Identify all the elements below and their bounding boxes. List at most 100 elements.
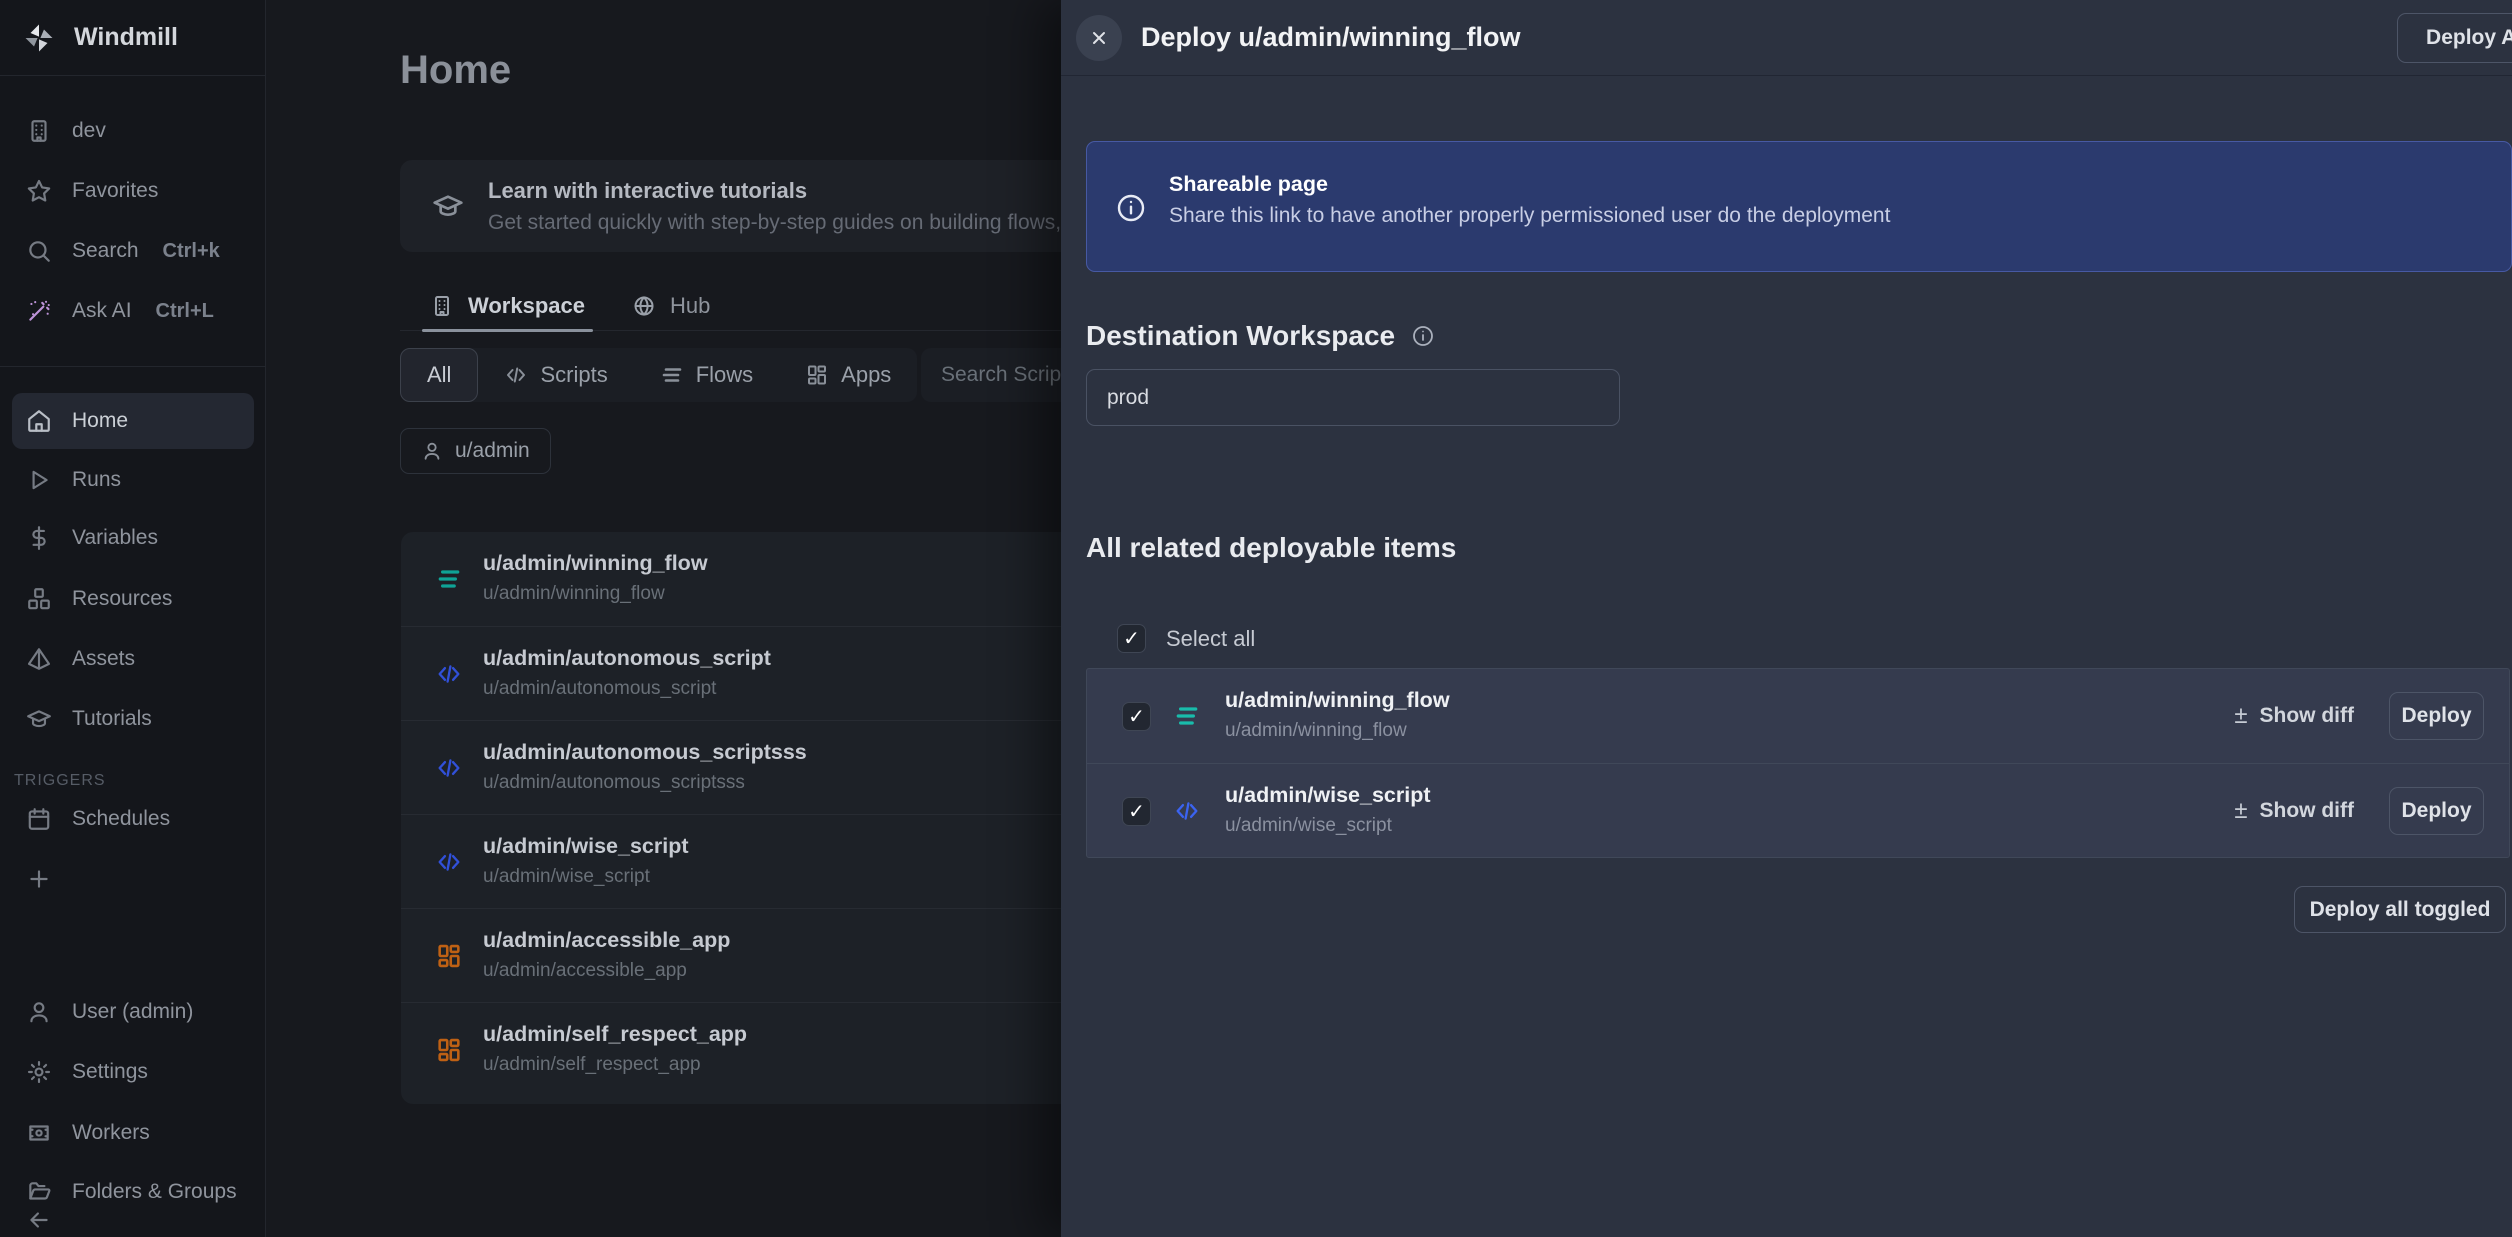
close-icon bbox=[1089, 28, 1109, 48]
sidebar-item-label: Schedules bbox=[72, 807, 170, 831]
sidebar-divider bbox=[0, 366, 266, 367]
item-path: u/admin/wise_script bbox=[1225, 815, 1392, 837]
globe-icon bbox=[632, 294, 656, 318]
tab-label: Workspace bbox=[468, 293, 585, 319]
plus-minus-icon: ± bbox=[2234, 702, 2247, 730]
code-icon bbox=[435, 754, 463, 782]
plus-icon bbox=[26, 866, 52, 892]
sidebar-item-favorites[interactable]: Favorites bbox=[12, 163, 254, 219]
deploy-all-toggled-button[interactable]: Deploy all toggled bbox=[2294, 886, 2506, 933]
filter-apps[interactable]: Apps bbox=[779, 348, 917, 402]
sidebar-item-label: Favorites bbox=[72, 179, 158, 203]
owner-filter-label: u/admin bbox=[455, 439, 530, 463]
show-diff-label: Show diff bbox=[2260, 704, 2354, 728]
item-title: u/admin/wise_script bbox=[1225, 783, 1431, 808]
sidebar-item-workspace-dev[interactable]: dev bbox=[12, 103, 254, 159]
calendar-icon bbox=[26, 806, 52, 832]
search-shortcut: Ctrl+k bbox=[163, 240, 220, 263]
destination-workspace-input[interactable] bbox=[1086, 369, 1620, 426]
sidebar-item-variables[interactable]: Variables bbox=[12, 510, 254, 566]
code-icon bbox=[435, 848, 463, 876]
item-path: u/admin/wise_script bbox=[483, 866, 650, 888]
destination-workspace-heading: Destination Workspace bbox=[1086, 320, 1435, 352]
sidebar-item-label: Settings bbox=[72, 1060, 148, 1084]
drawer-header: Deploy u/admin/winning_flow Deploy All bbox=[1061, 0, 2512, 76]
arrow-left-icon bbox=[26, 1207, 52, 1233]
sidebar: Windmill dev Favorites Search Ctrl+k bbox=[0, 0, 266, 1237]
sidebar-item-label: Folders & Groups bbox=[72, 1180, 237, 1204]
user-icon bbox=[26, 999, 52, 1025]
building-icon bbox=[430, 294, 454, 318]
boxes-icon bbox=[26, 586, 52, 612]
show-diff-button[interactable]: ± Show diff bbox=[2234, 764, 2354, 858]
item-checkbox[interactable]: ✓ bbox=[1122, 797, 1151, 826]
sidebar-collapse-button[interactable] bbox=[12, 1203, 254, 1237]
sidebar-item-label: Ask AI bbox=[72, 299, 132, 323]
page-title: Home bbox=[400, 48, 511, 93]
sidebar-item-label: dev bbox=[72, 119, 106, 143]
deploy-drawer: Deploy u/admin/winning_flow Deploy All S… bbox=[1061, 0, 2512, 1237]
gear-icon bbox=[26, 1059, 52, 1085]
item-path: u/admin/autonomous_script bbox=[483, 678, 716, 700]
code-icon bbox=[504, 363, 528, 387]
heading-label: All related deployable items bbox=[1086, 532, 1456, 564]
sidebar-item-search[interactable]: Search Ctrl+k bbox=[12, 223, 254, 279]
sidebar-item-user[interactable]: User (admin) bbox=[12, 984, 254, 1040]
info-icon bbox=[1115, 192, 1147, 224]
play-icon bbox=[26, 467, 52, 493]
sidebar-item-label: Home bbox=[72, 409, 128, 433]
tutorials-banner-title: Learn with interactive tutorials bbox=[488, 178, 1133, 204]
check-icon: ✓ bbox=[1128, 802, 1145, 822]
show-diff-label: Show diff bbox=[2260, 799, 2354, 823]
close-button[interactable] bbox=[1076, 15, 1122, 61]
deploy-item-button[interactable]: Deploy bbox=[2389, 787, 2484, 835]
code-icon bbox=[435, 660, 463, 688]
app-logo-row[interactable]: Windmill bbox=[0, 0, 266, 76]
sidebar-item-workers[interactable]: Workers bbox=[12, 1105, 254, 1161]
sidebar-item-ask-ai[interactable]: Ask AI Ctrl+L bbox=[12, 283, 254, 339]
star-icon bbox=[26, 178, 52, 204]
tab-workspace[interactable]: Workspace bbox=[430, 282, 585, 330]
flow-icon bbox=[435, 565, 463, 593]
select-all-checkbox[interactable]: ✓ bbox=[1117, 624, 1146, 653]
item-title: u/admin/winning_flow bbox=[483, 551, 708, 576]
item-checkbox[interactable]: ✓ bbox=[1122, 702, 1151, 731]
shareable-page-banner: Shareable page Share this link to have a… bbox=[1086, 141, 2512, 272]
item-path: u/admin/accessible_app bbox=[483, 960, 687, 982]
show-diff-button[interactable]: ± Show diff bbox=[2234, 669, 2354, 763]
banner-title: Shareable page bbox=[1169, 172, 1328, 197]
sidebar-item-runs[interactable]: Runs bbox=[12, 452, 254, 508]
sidebar-item-label: Assets bbox=[72, 647, 135, 671]
windmill-app: Windmill dev Favorites Search Ctrl+k bbox=[0, 0, 2512, 1237]
filter-scripts[interactable]: Scripts bbox=[478, 348, 633, 402]
sidebar-item-home[interactable]: Home bbox=[12, 393, 254, 449]
sidebar-item-schedules[interactable]: Schedules bbox=[12, 791, 254, 847]
sidebar-item-resources[interactable]: Resources bbox=[12, 571, 254, 627]
flow-lines-icon bbox=[660, 363, 684, 387]
sidebar-item-label: Search bbox=[72, 239, 139, 263]
sidebar-item-tutorials[interactable]: Tutorials bbox=[12, 691, 254, 747]
sidebar-item-label: Resources bbox=[72, 587, 172, 611]
building-icon bbox=[26, 118, 52, 144]
sidebar-item-assets[interactable]: Assets bbox=[12, 631, 254, 687]
sidebar-add-button[interactable] bbox=[12, 851, 254, 907]
user-icon bbox=[421, 440, 443, 462]
select-all-row[interactable]: ✓ Select all bbox=[1117, 624, 1255, 653]
tab-label: Hub bbox=[670, 293, 710, 319]
check-icon: ✓ bbox=[1128, 707, 1145, 727]
select-all-label: Select all bbox=[1166, 626, 1255, 652]
filter-flows[interactable]: Flows bbox=[634, 348, 779, 402]
tab-hub[interactable]: Hub bbox=[632, 282, 710, 330]
workers-icon bbox=[26, 1120, 52, 1146]
filter-all[interactable]: All bbox=[400, 348, 478, 402]
layout-grid-icon bbox=[435, 1036, 463, 1064]
drawer-title: Deploy u/admin/winning_flow bbox=[1141, 22, 1521, 53]
sidebar-item-settings[interactable]: Settings bbox=[12, 1044, 254, 1100]
deploy-all-button[interactable]: Deploy All bbox=[2397, 13, 2512, 63]
filter-label: Apps bbox=[841, 362, 891, 388]
owner-filter-chip[interactable]: u/admin bbox=[400, 428, 551, 474]
folder-open-icon bbox=[26, 1179, 52, 1205]
home-icon bbox=[26, 408, 52, 434]
deploy-item-button[interactable]: Deploy bbox=[2389, 692, 2484, 740]
app-title: Windmill bbox=[74, 23, 178, 52]
